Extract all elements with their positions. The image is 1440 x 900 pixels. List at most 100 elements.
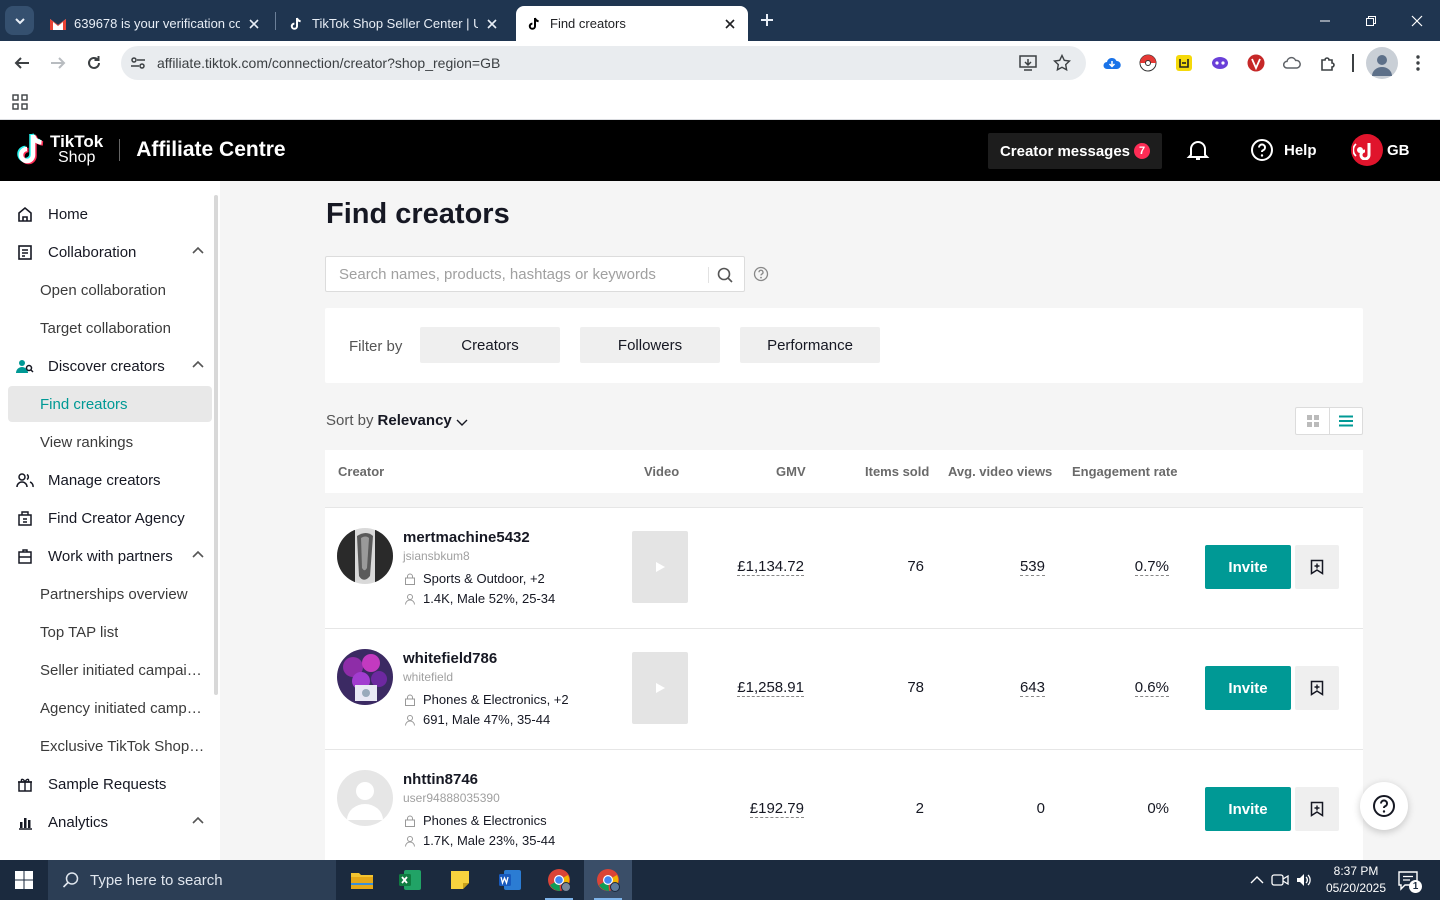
purple-extension-icon[interactable] (1210, 53, 1230, 73)
windows-logo-icon (15, 871, 33, 889)
sidebar-item-manage-creators[interactable]: Manage creators (8, 462, 212, 498)
word-icon[interactable] (486, 860, 534, 900)
profile-avatar[interactable] (1366, 47, 1398, 79)
sidebar-item-top-tap-list[interactable]: Top TAP list (8, 614, 212, 650)
creator-messages-button[interactable]: Creator messages 7 (988, 133, 1162, 169)
sidebar-item-find-creators[interactable]: Find creators (8, 386, 212, 422)
notifications-bell-icon[interactable] (1186, 138, 1210, 162)
sidebar-item-work-with-partners[interactable]: Work with partners (8, 538, 212, 574)
search-icon[interactable] (716, 266, 734, 284)
taskbar-clock[interactable]: 8:37 PM 05/20/2025 (1318, 863, 1394, 897)
grid-view-button[interactable] (1296, 408, 1329, 434)
sidebar-item-partnerships-overview[interactable]: Partnerships overview (8, 576, 212, 612)
close-tab-icon[interactable] (722, 16, 738, 32)
sidebar-item-seller-initiated-campaigns[interactable]: Seller initiated campaigns (8, 652, 212, 688)
column-header-avg-video-views[interactable]: Avg. video views (948, 464, 1052, 479)
minimize-button[interactable] (1302, 0, 1348, 41)
restore-button[interactable] (1348, 0, 1394, 41)
sidebar-item-home[interactable]: Home (8, 196, 212, 232)
search-help-icon[interactable] (753, 266, 769, 282)
creator-search-box[interactable]: Search names, products, hashtags or keyw… (325, 256, 745, 292)
sidebar-item-find-creator-agency[interactable]: Find Creator Agency (8, 500, 212, 536)
sidebar-item-collaboration[interactable]: Collaboration (8, 234, 212, 270)
close-window-button[interactable] (1394, 0, 1440, 41)
browser-tab-gmail[interactable]: 639678 is your verification code (40, 6, 272, 41)
messages-count-badge: 7 (1134, 143, 1151, 159)
creator-avatar[interactable] (337, 528, 393, 584)
cloud-link-extension-icon[interactable] (1282, 53, 1302, 73)
pokeball-extension-icon[interactable] (1138, 53, 1158, 73)
address-bar[interactable]: affiliate.tiktok.com/connection/creator?… (121, 46, 1086, 80)
show-hidden-icons-chevron-up-icon[interactable] (1248, 871, 1266, 889)
invite-button[interactable]: Invite (1205, 787, 1291, 831)
close-tab-icon[interactable] (246, 16, 262, 32)
sidebar-item-exclusive-tiktok-shop-creators[interactable]: Exclusive TikTok Shop creators (8, 728, 212, 764)
filter-creators-button[interactable]: Creators (420, 327, 560, 363)
search-input[interactable]: Search names, products, hashtags or keyw… (339, 266, 656, 283)
sidebar-item-analytics[interactable]: Analytics (8, 804, 212, 840)
site-settings-icon[interactable] (129, 54, 147, 72)
table-row[interactable]: whitefield786 whitefield Phones & Electr… (325, 628, 1363, 749)
red-extension-icon[interactable] (1246, 53, 1266, 73)
sidebar-item-agency-initiated-campaigns[interactable]: Agency initiated campaigns (8, 690, 212, 726)
sidebar-item-discover-creators[interactable]: Discover creators (8, 348, 212, 384)
creator-name[interactable]: nhttin8746 (403, 771, 478, 788)
sidebar-item-target-collaboration[interactable]: Target collaboration (8, 310, 212, 346)
browser-tab-find-creators[interactable]: Find creators (516, 6, 748, 41)
floating-help-button[interactable] (1360, 782, 1408, 830)
help-button[interactable]: Help (1250, 138, 1317, 162)
cloud-extension-icon[interactable] (1102, 53, 1122, 73)
meet-now-icon[interactable] (1271, 871, 1289, 889)
volume-icon[interactable] (1295, 871, 1313, 889)
reload-button[interactable] (80, 49, 108, 77)
install-app-icon[interactable] (1019, 54, 1037, 72)
save-creator-button[interactable] (1295, 787, 1339, 831)
action-center-button[interactable]: 1 (1396, 868, 1422, 893)
filter-performance-button[interactable]: Performance (740, 327, 880, 363)
list-view-button[interactable] (1329, 408, 1362, 434)
file-explorer-icon[interactable] (338, 860, 386, 900)
column-header-items-sold[interactable]: Items sold (865, 464, 929, 479)
column-header-gmv[interactable]: GMV (776, 464, 806, 479)
table-row[interactable]: nhttin8746 user94888035390 Phones & Elec… (325, 749, 1363, 870)
close-tab-icon[interactable] (484, 16, 500, 32)
creator-name[interactable]: mertmachine5432 (403, 529, 530, 546)
account-menu[interactable]: GB (1351, 134, 1410, 166)
new-tab-button[interactable] (753, 6, 781, 34)
sidebar-scrollbar[interactable] (214, 195, 218, 695)
creator-avatar[interactable] (337, 649, 393, 705)
browser-menu-icon[interactable] (1408, 53, 1428, 73)
bookmark-star-icon[interactable] (1053, 54, 1071, 72)
sort-by-dropdown[interactable]: Sort by Relevancy (326, 412, 468, 429)
excel-icon[interactable] (386, 860, 434, 900)
invite-button[interactable]: Invite (1205, 666, 1291, 710)
back-button[interactable] (8, 49, 36, 77)
filter-followers-button[interactable]: Followers (580, 327, 720, 363)
extensions-puzzle-icon[interactable] (1318, 53, 1338, 73)
sidebar-item-sample-requests[interactable]: Sample Requests (8, 766, 212, 802)
video-thumbnail[interactable] (632, 531, 688, 603)
sidebar-item-view-rankings[interactable]: View rankings (8, 424, 212, 460)
tab-search-button[interactable] (5, 6, 34, 35)
sticky-notes-icon[interactable] (436, 860, 484, 900)
apps-grid-icon[interactable] (12, 94, 28, 110)
creator-name[interactable]: whitefield786 (403, 650, 497, 667)
play-icon (656, 562, 665, 572)
video-thumbnail[interactable] (632, 652, 688, 724)
chrome-active-icon[interactable] (584, 860, 632, 900)
save-creator-button[interactable] (1295, 666, 1339, 710)
browser-tab-seller-center[interactable]: TikTok Shop Seller Center | United Kingd… (278, 6, 510, 41)
sidebar-item-open-collaboration[interactable]: Open collaboration (8, 272, 212, 308)
yellow-extension-icon[interactable] (1174, 53, 1194, 73)
start-button[interactable] (0, 860, 48, 900)
creator-avatar[interactable] (337, 770, 393, 826)
taskbar-search-box[interactable]: Type here to search (48, 860, 336, 900)
invite-button[interactable]: Invite (1205, 545, 1291, 589)
save-creator-button[interactable] (1295, 545, 1339, 589)
forward-button[interactable] (44, 49, 72, 77)
table-row[interactable]: mertmachine5432 jsiansbkum8 Sports & Out… (325, 507, 1363, 628)
home-icon (16, 205, 34, 223)
tiktok-shop-logo[interactable]: TikTok Shop Affiliate Centre (16, 133, 286, 167)
chrome-profile-icon[interactable] (535, 860, 583, 900)
column-header-engagement-rate[interactable]: Engagement rate (1072, 464, 1177, 479)
